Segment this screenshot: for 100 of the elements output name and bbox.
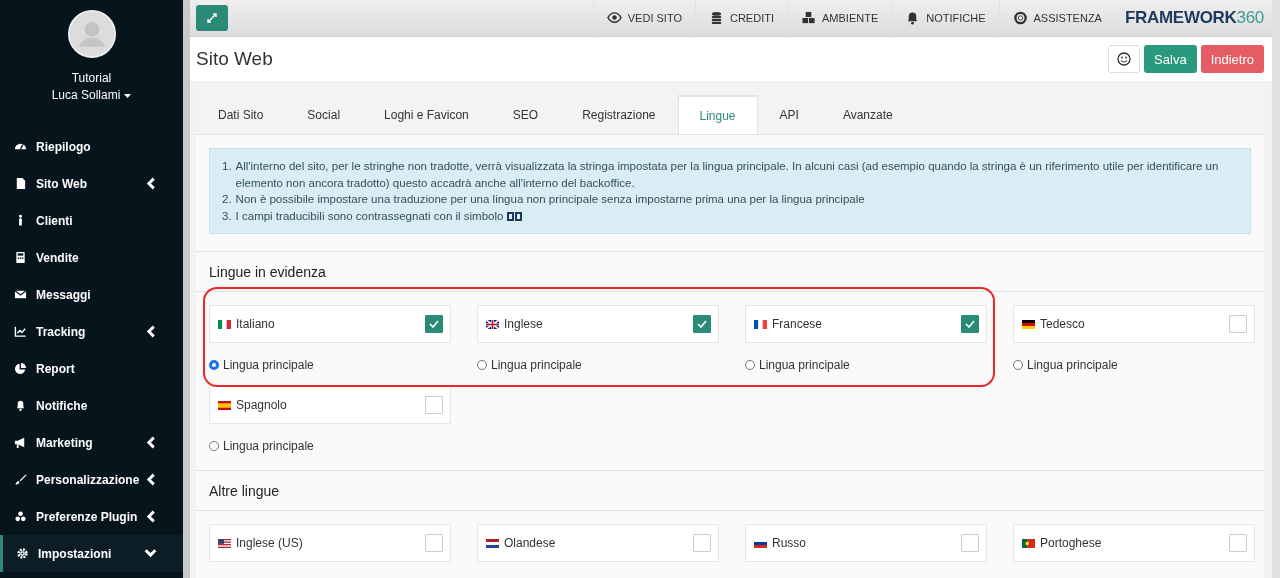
info-text: All'interno del sito, per le stringhe non tradotte, verrà visualizzata la stringa impostata per la lingua principale. In alcuni casi (ad esempio quando la stringa è un riferimento utile per identificare un elemento non ancora tradotto) questo accadrà anche all'interno del backoffice. xyxy=(235,160,1219,189)
sidebar-item[interactable]: Marketing xyxy=(0,424,183,461)
menu-item-icon xyxy=(16,547,29,560)
emoji-button[interactable] xyxy=(1108,45,1141,73)
checkbox[interactable] xyxy=(961,534,979,552)
tab[interactable]: Lingue xyxy=(677,95,758,134)
sidebar-item[interactable]: Messaggi xyxy=(0,276,183,313)
checkbox[interactable] xyxy=(693,534,711,552)
check-icon xyxy=(429,320,439,328)
section-title: Altre lingue xyxy=(209,482,281,501)
flag-icon xyxy=(1022,538,1035,548)
menu-item-icon xyxy=(14,473,27,486)
language-label: Tedesco xyxy=(1040,317,1086,331)
check-icon xyxy=(697,320,707,328)
info-text: I campi traducibili sono contrassegnati con il simbolo xyxy=(235,209,504,222)
list-number: 3. xyxy=(222,208,232,224)
sidebar-item[interactable]: Preferenze Plugin xyxy=(0,498,183,535)
radio-button[interactable] xyxy=(209,440,219,451)
section-title: Lingue in evidenza xyxy=(209,263,327,282)
sidebar-item[interactable]: Tracking xyxy=(0,313,183,350)
tab[interactable]: Dati Sito xyxy=(196,95,286,134)
menu-item-icon xyxy=(14,510,27,523)
tab[interactable]: SEO xyxy=(490,95,561,134)
sidebar-item[interactable]: Notifiche xyxy=(0,387,183,424)
translate-icon xyxy=(506,211,522,221)
sidebar-item[interactable]: Riepilogo xyxy=(0,128,183,165)
menu-item-icon xyxy=(14,177,27,190)
menu-item-icon xyxy=(14,436,27,449)
flag-icon xyxy=(218,319,231,329)
sidebar-item[interactable]: Report xyxy=(0,350,183,387)
logo[interactable]: FRAMEWORK360 xyxy=(1114,8,1264,28)
radio-button[interactable] xyxy=(209,359,219,370)
checkbox[interactable] xyxy=(693,315,711,333)
avatar[interactable] xyxy=(67,10,116,58)
lifebuoy-icon xyxy=(1012,11,1028,25)
user-name[interactable]: Luca Sollami xyxy=(51,87,121,104)
list-number: 2. xyxy=(222,192,232,207)
radio-button[interactable] xyxy=(745,359,755,370)
flag-icon xyxy=(218,538,231,548)
scrollbar[interactable] xyxy=(1272,0,1280,578)
caret-icon[interactable] xyxy=(124,93,132,98)
language-label: Portoghese xyxy=(1040,536,1103,550)
smiley-icon xyxy=(1117,52,1132,66)
checkbox[interactable] xyxy=(1229,315,1247,333)
tab[interactable]: Avanzate xyxy=(820,95,915,134)
fullscreen-button[interactable] xyxy=(196,5,228,31)
sidebar-item[interactable]: Impostazioni xyxy=(0,535,183,572)
list-number: 1. xyxy=(222,159,232,174)
menu-item-icon xyxy=(14,325,27,338)
radio-label: Lingua principale xyxy=(759,357,850,372)
menu-item-icon xyxy=(14,251,27,264)
checkbox[interactable] xyxy=(425,315,443,333)
sidebar-item[interactable]: Personalizzazione xyxy=(0,461,183,498)
topbar-link[interactable]: AMBIENTE xyxy=(787,0,892,36)
radio-button[interactable] xyxy=(1013,359,1023,370)
tab[interactable]: Social xyxy=(285,95,363,134)
sidebar-item[interactable]: Clienti xyxy=(0,202,183,239)
page-title: Sito Web xyxy=(196,48,274,70)
radio-label: Lingua principale xyxy=(1027,357,1118,372)
topbar-link[interactable]: ASSISTENZA xyxy=(998,0,1115,36)
radio-label: Lingua principale xyxy=(491,357,582,372)
flag-icon xyxy=(218,400,231,410)
checkbox[interactable] xyxy=(1229,534,1247,552)
tab[interactable]: API xyxy=(757,95,821,134)
flag-icon xyxy=(486,538,499,548)
scrollbar[interactable] xyxy=(183,0,190,578)
sidebar-item[interactable]: Sito Web xyxy=(0,165,183,202)
language-label: Russo xyxy=(772,536,807,550)
topbar-link[interactable]: NOTIFICHE xyxy=(891,0,999,36)
language-label: Francese xyxy=(772,317,824,331)
language-label: Olandese xyxy=(504,536,557,550)
flag-icon xyxy=(754,319,767,329)
check-icon xyxy=(965,320,975,328)
back-button[interactable]: Indietro xyxy=(1200,45,1264,73)
topbar-link[interactable]: VEDI SITO xyxy=(592,0,695,36)
language-label: Spagnolo xyxy=(236,398,288,412)
checkbox[interactable] xyxy=(425,534,443,552)
radio-label: Lingua principale xyxy=(223,438,314,453)
info-text: Non è possibile impostare una traduzione per una lingua non principale senza impostarne prima una per la lingua principale xyxy=(235,193,865,205)
menu-item-icon xyxy=(14,288,27,301)
cubes-icon xyxy=(801,11,816,25)
topbar-link[interactable]: CREDITI xyxy=(695,0,787,36)
radio-button[interactable] xyxy=(477,359,487,370)
menu-item-icon xyxy=(14,399,27,412)
language-label: Inglese (US) xyxy=(236,536,304,550)
sidebar-item[interactable]: Vendite xyxy=(0,239,183,276)
radio-label: Lingua principale xyxy=(223,357,314,372)
eye-icon xyxy=(606,11,622,25)
language-label: Inglese xyxy=(504,317,544,331)
expand-icon xyxy=(207,13,217,23)
checkbox[interactable] xyxy=(961,315,979,333)
flag-icon xyxy=(1022,319,1035,329)
flag-icon xyxy=(486,319,499,329)
menu-item-icon xyxy=(14,362,27,375)
tab[interactable]: Loghi e Favicon xyxy=(362,95,491,134)
tab[interactable]: Registrazione xyxy=(560,95,678,134)
user-role: Tutorial xyxy=(71,70,112,87)
coins-icon xyxy=(709,11,724,25)
language-label: Italiano xyxy=(236,317,276,331)
checkbox[interactable] xyxy=(425,396,443,414)
